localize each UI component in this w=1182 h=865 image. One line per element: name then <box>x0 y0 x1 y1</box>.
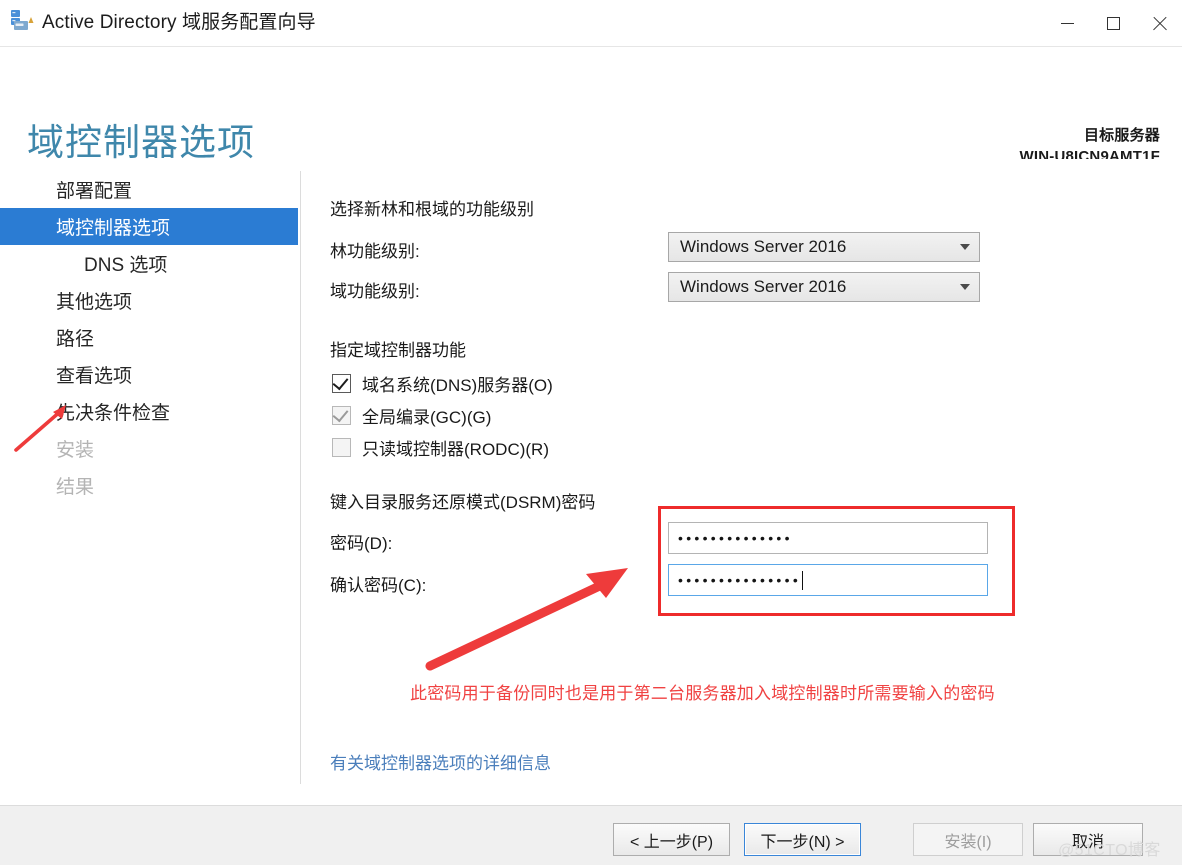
wizard-steps-sidebar: 部署配置 域控制器选项 DNS 选项 其他选项 路径 查看选项 先决条件检查 安… <box>0 171 298 504</box>
sidebar-item-label: 查看选项 <box>56 366 133 387</box>
sidebar-item-paths[interactable]: 路径 <box>0 319 298 356</box>
checkbox-box-checked-disabled-icon <box>332 405 351 425</box>
maximize-icon <box>1106 16 1120 30</box>
checkbox-box-checked-icon <box>332 373 351 393</box>
sidebar-item-dns-options[interactable]: DNS 选项 <box>0 245 298 282</box>
maximize-button[interactable] <box>1090 0 1136 46</box>
forest-functional-level-label: 林功能级别: <box>330 242 420 261</box>
forest-functional-level-value: Windows Server 2016 <box>680 237 847 256</box>
back-button[interactable]: < 上一步(P) <box>613 823 730 856</box>
sidebar-item-label: 部署配置 <box>56 181 133 202</box>
chevron-down-icon <box>960 244 970 250</box>
install-button: 安装(I) <box>913 823 1023 856</box>
sidebar-item-label: 先决条件检查 <box>56 403 171 424</box>
help-link-domain-controller-options[interactable]: 有关域控制器选项的详细信息 <box>330 749 551 774</box>
password-label: 密码(D): <box>330 534 393 553</box>
checkbox-label: 只读域控制器(RODC)(R) <box>362 440 549 459</box>
sidebar-item-label: 结果 <box>56 477 95 498</box>
checkbox-global-catalog: 全局编录(GC)(G) <box>332 403 491 428</box>
sidebar-item-prerequisites-check[interactable]: 先决条件检查 <box>0 393 298 430</box>
page-header: 域控制器选项 目标服务器 WIN-U8ICN9AMT1F <box>0 47 1182 165</box>
password-masked-value: •••••••••••••• <box>678 530 793 546</box>
server-ad-icon <box>11 10 34 30</box>
window-title: Active Directory 域服务配置向导 <box>42 12 316 33</box>
chevron-down-icon <box>960 284 970 290</box>
wizard-footer: < 上一步(P) 下一步(N) > 安装(I) 取消 <box>0 805 1182 865</box>
sidebar-item-installation: 安装 <box>0 430 298 467</box>
title-bar: Active Directory 域服务配置向导 <box>0 0 1182 46</box>
domain-functional-level-value: Windows Server 2016 <box>680 277 847 296</box>
dsrm-password-heading: 键入目录服务还原模式(DSRM)密码 <box>330 493 596 512</box>
sidebar-item-label: 安装 <box>56 440 95 461</box>
next-button[interactable]: 下一步(N) > <box>744 823 861 856</box>
checkbox-label: 全局编录(GC)(G) <box>362 408 492 427</box>
domain-functional-level-label: 域功能级别: <box>330 282 420 301</box>
sidebar-item-label: 域控制器选项 <box>56 218 171 239</box>
sidebar-item-additional-options[interactable]: 其他选项 <box>0 282 298 319</box>
window-controls <box>1044 0 1182 46</box>
forest-functional-level-select[interactable]: Windows Server 2016 <box>668 232 980 262</box>
target-server-label: 目标服务器 <box>1083 127 1160 144</box>
password-input[interactable]: •••••••••••••• <box>668 522 988 554</box>
text-cursor <box>802 570 804 590</box>
checkbox-box-unchecked-disabled-icon <box>332 438 351 457</box>
annotation-note-text: 此密码用于备份同时也是用于第二台服务器加入域控制器时所需要输入的密码 <box>410 684 995 703</box>
checkmark-icon <box>332 373 349 391</box>
sidebar-item-label: 路径 <box>56 329 95 350</box>
sidebar-item-label: DNS 选项 <box>84 255 168 276</box>
sidebar-item-label: 其他选项 <box>56 292 133 313</box>
minimize-button[interactable] <box>1044 0 1090 46</box>
functional-level-heading: 选择新林和根域的功能级别 <box>330 200 534 219</box>
minimize-icon <box>1060 22 1074 24</box>
confirm-password-masked-value: ••••••••••••••• <box>678 572 802 588</box>
sidebar-item-review-options[interactable]: 查看选项 <box>0 356 298 393</box>
capabilities-heading: 指定域控制器功能 <box>330 341 466 360</box>
cancel-button[interactable]: 取消 <box>1033 823 1143 856</box>
domain-functional-level-select[interactable]: Windows Server 2016 <box>668 272 980 302</box>
ad-ds-configuration-wizard-window: Active Directory 域服务配置向导 域控制器选项 目标服务器 WI… <box>0 0 1182 865</box>
checkbox-read-only-domain-controller: 只读域控制器(RODC)(R) <box>332 435 549 460</box>
close-button[interactable] <box>1136 0 1182 46</box>
sidebar-item-deployment-config[interactable]: 部署配置 <box>0 171 298 208</box>
checkmark-icon <box>332 405 349 423</box>
checkbox-dns-server[interactable]: 域名系统(DNS)服务器(O) <box>332 371 553 396</box>
close-icon <box>1152 16 1167 31</box>
sidebar-content-divider <box>300 171 301 784</box>
sidebar-item-domain-controller-options[interactable]: 域控制器选项 <box>0 208 298 245</box>
wizard-body: 部署配置 域控制器选项 DNS 选项 其他选项 路径 查看选项 先决条件检查 安… <box>0 159 1182 805</box>
confirm-password-label: 确认密码(C): <box>330 576 427 595</box>
checkbox-label: 域名系统(DNS)服务器(O) <box>362 376 553 395</box>
sidebar-item-results: 结果 <box>0 467 298 504</box>
confirm-password-input[interactable]: ••••••••••••••• <box>668 564 988 596</box>
